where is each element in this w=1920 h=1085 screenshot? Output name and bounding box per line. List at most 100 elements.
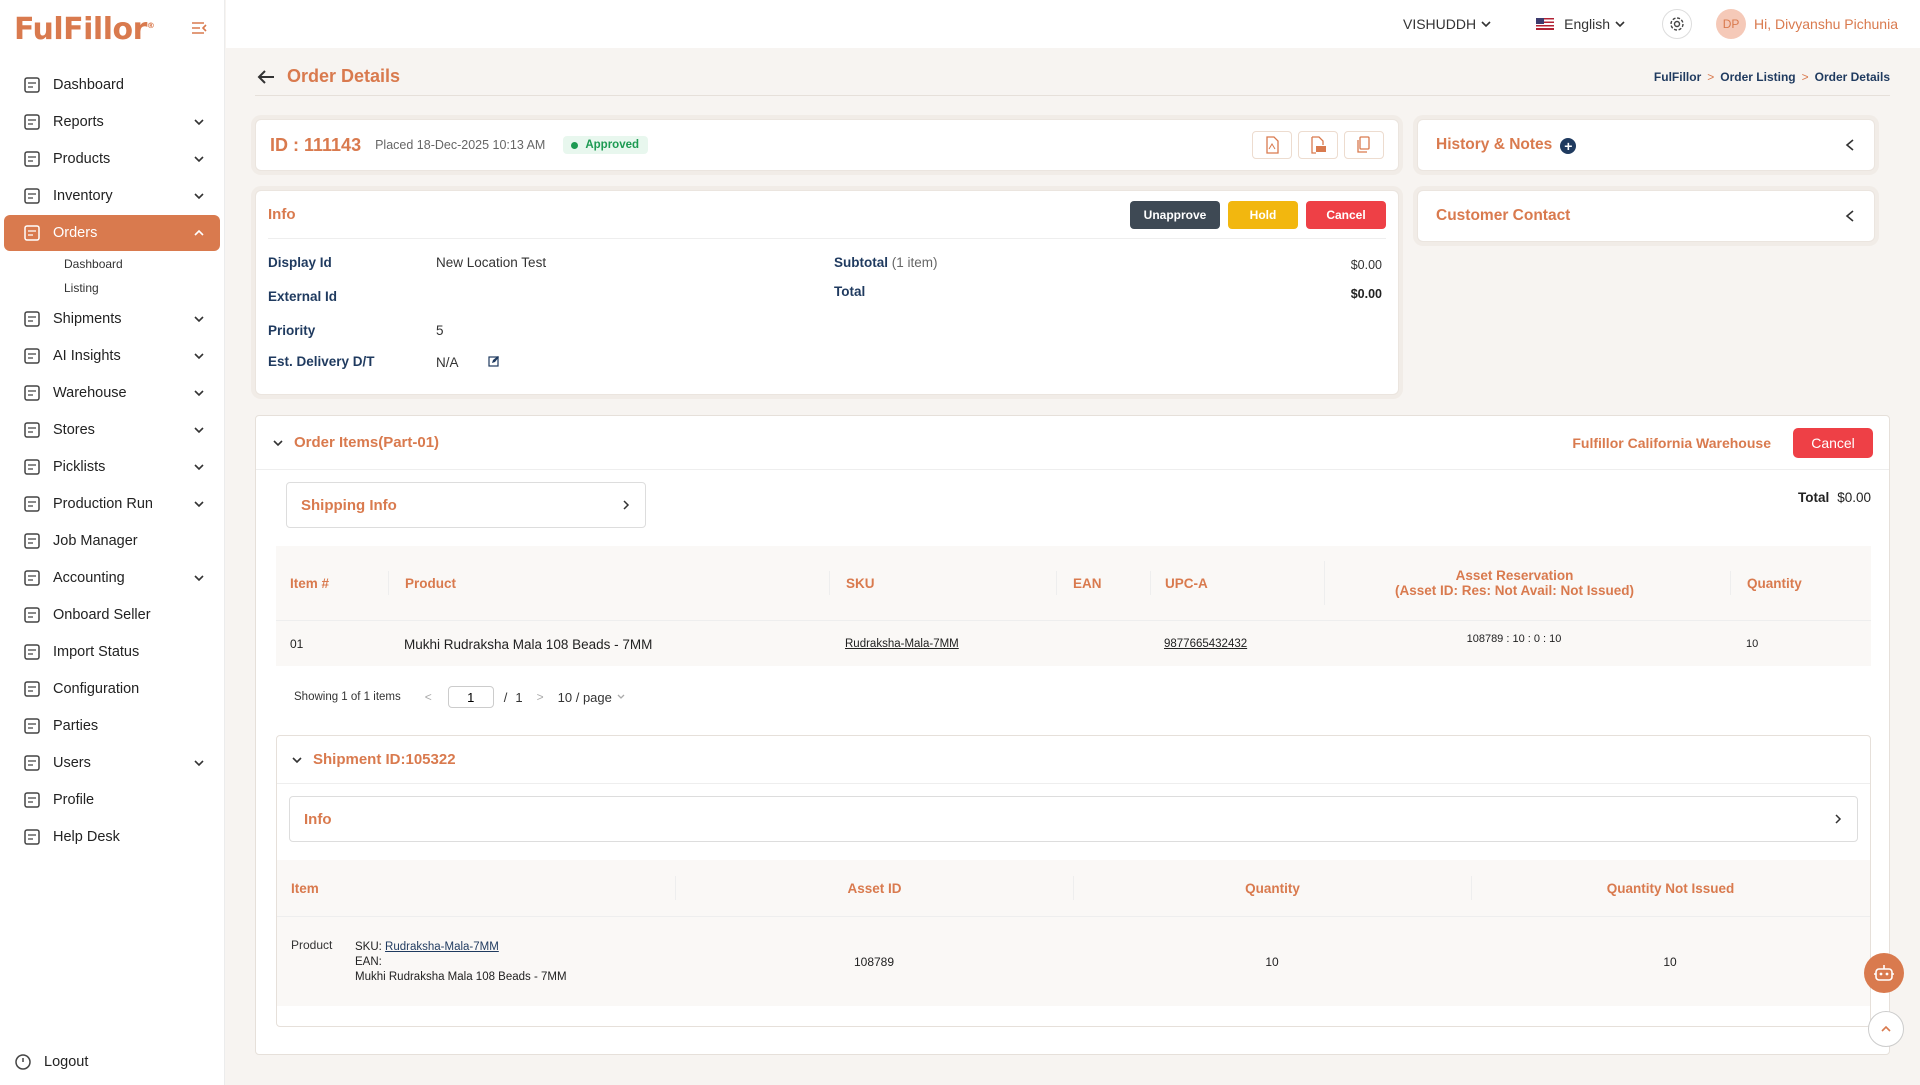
onboard-seller-icon [22,605,42,625]
sidebar-item-label: Production Run [53,496,153,512]
configuration-icon [22,679,42,699]
avatar[interactable]: DP [1716,9,1747,39]
chevron-down-icon [192,349,206,363]
products-icon [22,149,42,169]
edit-icon[interactable] [488,355,500,367]
logout-label: Logout [44,1054,89,1070]
user-greeting[interactable]: Hi, Divyanshu Pichunia [1754,16,1898,32]
copy-icon [1356,136,1372,154]
row-quantity: 10 [1746,638,1759,650]
scroll-to-top-button[interactable] [1868,1011,1904,1047]
inventory-icon [22,186,42,206]
brand-mark: ® [146,20,155,30]
sidebar-item-help-desk[interactable]: Help Desk [4,819,220,855]
info-card-title: Info [268,206,296,223]
sidebar-item-onboard-seller[interactable]: Onboard Seller [4,597,220,633]
display-id-label: Display Id [268,255,332,270]
sidebar-item-inventory[interactable]: Inventory [4,178,220,214]
chevron-down-icon[interactable] [272,437,284,449]
sidebar-item-import-status[interactable]: Import Status [4,634,220,670]
page-title-bar: Order Details FulFillor > Order Listing … [255,58,1890,96]
page-size-select[interactable]: 10 / page [558,690,626,705]
sidebar-subitem-dashboard[interactable]: Dashboard [0,252,224,276]
sidebar-item-label: Profile [53,792,95,808]
sidebar-item-shipments[interactable]: Shipments [4,301,220,337]
brand-logo[interactable]: FulFillor® [14,12,155,47]
product-name: Mukhi Rudraksha Mala 108 Beads - 7MM [355,970,567,983]
chevron-left-icon[interactable] [1844,138,1856,152]
order-items-header[interactable]: Order Items(Part-01) Fulfillor Californi… [256,416,1889,470]
shipment-info-toggle[interactable]: Info [289,796,1858,842]
est-delivery-value: N/A [436,355,459,370]
sidebar-item-picklists[interactable]: Picklists [4,449,220,485]
sidebar-item-profile[interactable]: Profile [4,782,220,818]
breadcrumb-current: Order Details [1814,69,1890,84]
breadcrumb-order-listing[interactable]: Order Listing [1720,70,1795,84]
col-product: Product [388,571,456,595]
next-page-icon[interactable]: > [537,690,544,704]
chevron-left-icon[interactable] [1844,209,1856,223]
sidebar-item-products[interactable]: Products [4,141,220,177]
customer-contact-card[interactable]: Customer Contact [1417,190,1875,242]
col-asset-reservation: Asset Reservation (Asset ID: Res: Not Ava… [1324,561,1704,605]
sku-label: SKU: [355,940,382,953]
sidebar-item-label: Dashboard [53,77,124,93]
sidebar-item-job-manager[interactable]: Job Manager [4,523,220,559]
sidebar-item-accounting[interactable]: Accounting [4,560,220,596]
sidebar-subitem-listing[interactable]: Listing [0,276,224,300]
sidebar-item-ai-insights[interactable]: AI Insights [4,338,220,374]
cancel-order-button[interactable]: Cancel [1306,200,1386,229]
row-upc-link[interactable]: 9877665432432 [1164,621,1247,667]
col-asset-line1: Asset Reservation [1455,568,1574,583]
logout-button[interactable]: Logout [14,1053,88,1071]
sidebar-item-configuration[interactable]: Configuration [4,671,220,707]
csv-export-button[interactable] [1298,131,1338,159]
sidebar-item-label: Orders [53,225,98,241]
sidebar-item-label: Parties [53,718,99,734]
page-number-input[interactable] [447,686,494,708]
hold-button[interactable]: Hold [1228,200,1298,229]
col-asset-id: Asset ID [675,876,1073,900]
reports-icon [22,112,42,132]
language-selector[interactable]: English [1536,16,1626,32]
copy-button[interactable] [1344,131,1384,159]
pagination: Showing 1 of 1 items < / 1 > 10 / page [294,686,626,708]
settings-button[interactable] [1662,9,1693,39]
menu-collapse-icon[interactable] [190,19,208,37]
chatbot-button[interactable] [1864,953,1904,993]
back-arrow-icon[interactable] [255,66,277,88]
brand: FulFillor® [0,0,224,58]
sidebar-item-parties[interactable]: Parties [4,708,220,744]
sidebar-item-stores[interactable]: Stores [4,412,220,448]
sku-link[interactable]: Rudraksha-Mala-7MM [385,941,499,953]
sidebar-item-users[interactable]: Users [4,745,220,781]
breadcrumb-fulfillor[interactable]: FulFillor [1654,70,1701,84]
customer-contact-title: Customer Contact [1436,207,1571,224]
cancel-part-button[interactable]: Cancel [1793,427,1873,458]
sidebar-item-orders[interactable]: Orders [4,215,220,251]
unapprove-button[interactable]: Unapprove [1130,200,1220,229]
chevron-down-icon [192,386,206,400]
col-item: Item # [290,575,330,591]
company-selector[interactable]: VISHUDDH [1403,16,1492,32]
sidebar-item-label: Configuration [53,681,140,697]
breadcrumb-separator: > [1801,69,1809,84]
status-dot [571,141,579,149]
shipment-header[interactable]: Shipment ID:105322 [277,736,1870,784]
sidebar-item-warehouse[interactable]: Warehouse [4,375,220,411]
shipping-info-toggle[interactable]: Shipping Info [286,482,646,528]
row-sku-link[interactable]: Rudraksha-Mala-7MM [845,621,959,667]
priority-label: Priority [268,323,316,338]
history-notes-card[interactable]: History & Notes + [1417,119,1875,171]
sidebar-item-production-run[interactable]: Production Run [4,486,220,522]
add-note-icon[interactable]: + [1560,138,1577,154]
sidebar-item-dashboard[interactable]: Dashboard [4,67,220,103]
pdf-export-button[interactable] [1252,131,1292,159]
chevron-down-icon[interactable] [291,754,303,766]
prev-page-icon[interactable]: < [425,690,432,704]
sidebar-item-reports[interactable]: Reports [4,104,220,140]
profile-icon [22,790,42,810]
page-size-label: 10 / page [557,689,612,705]
parties-icon [22,716,42,736]
stores-icon [22,420,42,440]
